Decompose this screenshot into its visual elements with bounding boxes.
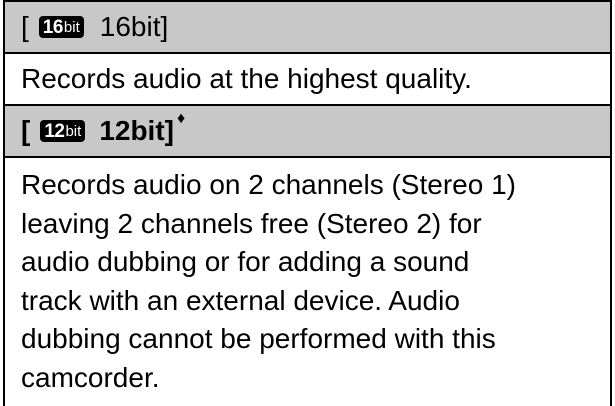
description-line: Records audio on 2 channels (Stereo 1) [21,169,516,200]
close-bracket: ] [164,115,174,146]
12bit-icon: 12 bit [40,120,86,142]
badge-unit: bit [65,122,82,140]
badge-number: 12 [44,120,65,142]
open-bracket: [ [21,115,31,146]
option-16bit-description: Records audio at the highest quality. [5,54,610,106]
option-16bit-header: [ 16 bit 16bit ] [5,2,610,54]
badge-unit: bit [63,18,80,36]
option-label: 12bit [99,115,165,146]
open-bracket: [ [21,11,29,42]
diamond-marker-icon: ♦ [177,110,186,127]
16bit-icon: 16 bit [38,16,84,38]
description-line: track with an external device. Audio [21,284,460,316]
description-text: Records audio at the highest quality. [21,63,472,94]
option-12bit-description: Records audio on 2 channels (Stereo 1) l… [5,158,610,397]
option-label: 16bit [99,11,161,42]
option-12bit-header: [ 12 bit 12bit ] ♦ [5,106,610,158]
description-line: audio dubbing or for adding a sound [21,246,470,277]
description-line: leaving 2 channels free (Stereo 2) for [21,207,482,239]
description-line: dubbing cannot be performed with this [21,323,496,354]
badge-number: 16 [42,16,64,38]
description-line: camcorder. [21,361,160,393]
close-bracket: ] [160,11,169,42]
audio-mode-table: [ 16 bit 16bit ] Records audio at the hi… [3,0,612,406]
